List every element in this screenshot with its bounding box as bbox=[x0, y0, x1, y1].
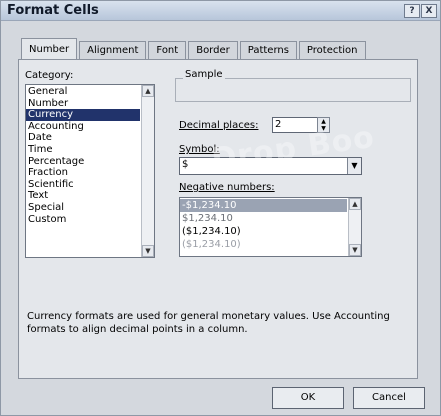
symbol-dropdown[interactable]: $ ▼ bbox=[179, 157, 362, 175]
chevron-down-icon[interactable]: ▼ bbox=[347, 158, 361, 174]
category-items: General Number Currency Accounting Date … bbox=[26, 86, 140, 225]
tab-font[interactable]: Font bbox=[148, 41, 187, 60]
number-tab-panel: Category: General Number Currency Accoun… bbox=[18, 59, 418, 379]
category-label: Category: bbox=[25, 70, 74, 81]
negative-item-1[interactable]: $1,234.10 bbox=[180, 212, 347, 225]
category-scrollbar[interactable]: ▲ ▼ bbox=[141, 85, 154, 257]
ok-button[interactable]: OK bbox=[272, 387, 344, 409]
decimal-places-label-text: Decimal places: bbox=[179, 120, 259, 131]
symbol-label-text: Symbol: bbox=[179, 144, 220, 155]
title-buttons: ? X bbox=[404, 4, 437, 18]
decimal-places-value: 2 bbox=[275, 119, 282, 130]
decimal-places-input[interactable]: 2 ▲ ▼ bbox=[272, 117, 330, 133]
category-item-fraction[interactable]: Fraction bbox=[26, 167, 140, 179]
dialog-title: Format Cells bbox=[7, 3, 99, 18]
negative-item-2[interactable]: ($1,234.10) bbox=[180, 225, 347, 238]
decimal-places-spinner[interactable]: ▲ ▼ bbox=[317, 117, 330, 133]
category-item-scientific[interactable]: Scientific bbox=[26, 179, 140, 191]
category-item-date[interactable]: Date bbox=[26, 132, 140, 144]
spin-up-icon[interactable]: ▲ bbox=[318, 118, 329, 125]
sample-box bbox=[175, 78, 411, 102]
scroll-down-icon[interactable]: ▼ bbox=[142, 245, 154, 257]
help-icon[interactable]: ? bbox=[404, 4, 420, 18]
category-description: Currency formats are used for general mo… bbox=[27, 311, 390, 335]
spin-down-icon[interactable]: ▼ bbox=[318, 125, 329, 132]
sample-label: Sample bbox=[183, 69, 225, 80]
decimal-places-label: Decimal places: bbox=[179, 120, 258, 131]
negative-numbers-label: Negative numbers: bbox=[179, 182, 275, 193]
cancel-button[interactable]: Cancel bbox=[353, 387, 425, 409]
tab-alignment[interactable]: Alignment bbox=[79, 41, 147, 60]
category-item-general[interactable]: General bbox=[26, 86, 140, 98]
negative-item-3[interactable]: ($1,234.10) bbox=[180, 238, 347, 251]
category-item-text[interactable]: Text bbox=[26, 190, 140, 202]
close-icon[interactable]: X bbox=[421, 4, 437, 18]
negative-numbers-list[interactable]: -$1,234.10 $1,234.10 ($1,234.10) ($1,234… bbox=[179, 197, 362, 257]
title-bar[interactable]: Format Cells ? X bbox=[1, 1, 440, 21]
category-item-accounting[interactable]: Accounting bbox=[26, 121, 140, 133]
category-item-custom[interactable]: Custom bbox=[26, 214, 140, 226]
tab-patterns[interactable]: Patterns bbox=[239, 41, 297, 60]
negative-item-0[interactable]: -$1,234.10 bbox=[180, 199, 347, 212]
category-item-percentage[interactable]: Percentage bbox=[26, 156, 140, 168]
category-list[interactable]: General Number Currency Accounting Date … bbox=[25, 84, 155, 258]
scroll-up-icon[interactable]: ▲ bbox=[349, 198, 361, 210]
symbol-value: $ bbox=[182, 159, 189, 170]
scroll-down-icon[interactable]: ▼ bbox=[349, 244, 361, 256]
tab-border[interactable]: Border bbox=[188, 41, 238, 60]
category-item-special[interactable]: Special bbox=[26, 202, 140, 214]
tab-number[interactable]: Number bbox=[21, 38, 78, 60]
category-item-currency[interactable]: Currency bbox=[26, 109, 140, 121]
negative-numbers-label-text: Negative numbers: bbox=[179, 182, 275, 193]
tab-protection[interactable]: Protection bbox=[298, 41, 366, 60]
symbol-label: Symbol: bbox=[179, 144, 220, 155]
negative-numbers-scrollbar[interactable]: ▲ ▼ bbox=[348, 198, 361, 256]
negative-number-items: -$1,234.10 $1,234.10 ($1,234.10) ($1,234… bbox=[180, 199, 347, 251]
tab-strip: Number Alignment Font Border Patterns Pr… bbox=[21, 38, 368, 60]
format-cells-dialog: Format Cells ? X Number Alignment Font B… bbox=[0, 0, 441, 416]
category-item-time[interactable]: Time bbox=[26, 144, 140, 156]
scroll-up-icon[interactable]: ▲ bbox=[142, 85, 154, 97]
category-item-number[interactable]: Number bbox=[26, 98, 140, 110]
